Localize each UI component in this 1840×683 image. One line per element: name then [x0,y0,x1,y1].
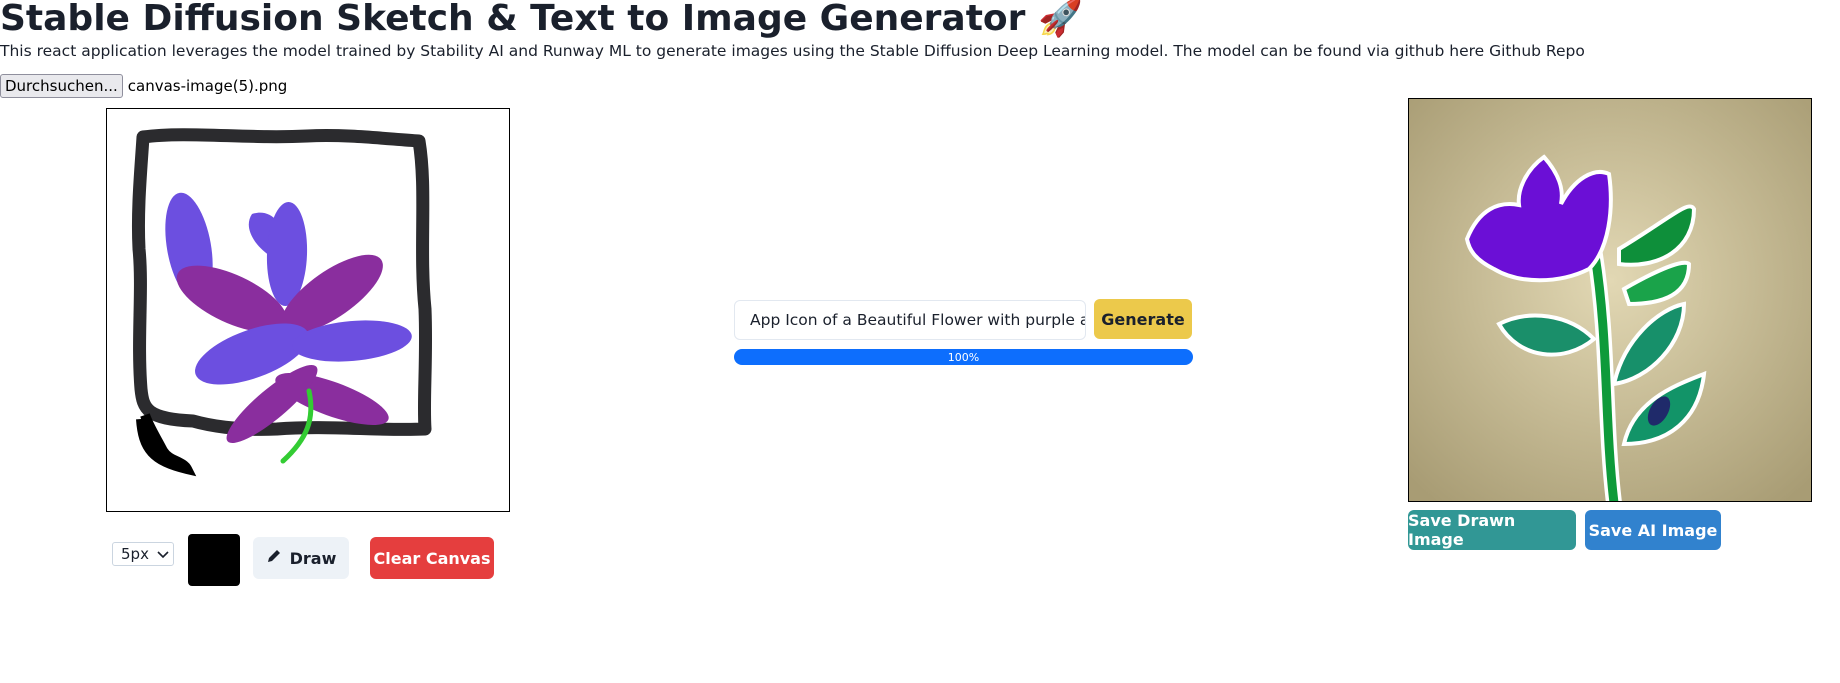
draw-button[interactable]: Draw [253,537,349,579]
file-upload: Durchsuchen... canvas-image(5).png [0,74,287,98]
brush-color-picker[interactable] [188,534,240,586]
chevron-down-icon [157,545,169,563]
draw-button-label: Draw [289,548,337,568]
generated-flower-image [1409,99,1811,501]
brush-size-select[interactable]: 5px [112,542,174,566]
prompt-input[interactable]: App Icon of a Beautiful Flower with purp… [734,300,1086,340]
pencil-icon [266,548,282,568]
generation-progress: 100% [734,349,1193,365]
selected-file-name: canvas-image(5).png [127,77,288,95]
sketch-canvas[interactable] [106,108,510,512]
sketch-drawing [131,128,433,477]
save-drawn-image-button[interactable]: Save Drawn Image [1408,510,1576,550]
ai-generated-image [1408,98,1812,502]
clear-canvas-button[interactable]: Clear Canvas [370,537,494,579]
progress-fill: 100% [734,349,1193,365]
generate-button[interactable]: Generate [1094,299,1192,339]
save-ai-image-button[interactable]: Save AI Image [1585,510,1721,550]
browse-button[interactable]: Durchsuchen... [0,74,123,98]
brush-size-value: 5px [121,545,149,563]
page-title: Stable Diffusion Sketch & Text to Image … [0,0,1083,39]
page-description: This react application leverages the mod… [0,42,1585,60]
